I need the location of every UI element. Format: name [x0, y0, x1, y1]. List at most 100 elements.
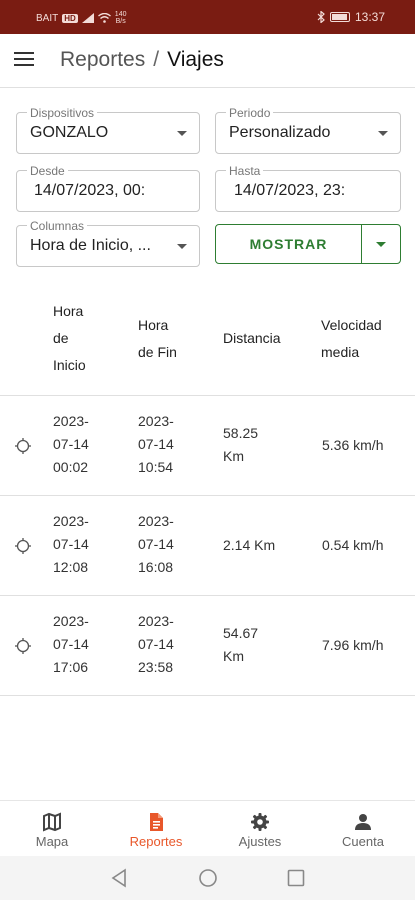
status-bar: BAIT HD 140 B/s 13:37 — [0, 0, 415, 34]
period-select[interactable]: Periodo Personalizado — [215, 106, 401, 154]
breadcrumb-reportes[interactable]: Reportes — [60, 48, 145, 72]
network-speed: 140 B/s — [115, 11, 127, 25]
chevron-down-icon — [376, 242, 386, 247]
cell-distance: 2.14 Km — [223, 534, 275, 557]
cell-text: 2023- — [53, 413, 89, 429]
table-row[interactable]: 2023- 07-14 17:06 2023- 07-14 23:58 54.6… — [0, 596, 415, 696]
system-navigation-bar — [0, 856, 415, 900]
home-icon[interactable] — [198, 868, 218, 888]
network-badge: HD — [62, 13, 78, 23]
cell-average-speed: 5.36 km/h — [322, 434, 383, 457]
map-icon — [43, 812, 61, 832]
period-label: Periodo — [226, 106, 274, 120]
header-average-speed[interactable]: Velocidad media — [321, 312, 382, 366]
show-options-dropdown[interactable] — [361, 224, 401, 264]
header-distance[interactable]: Distancia — [223, 325, 281, 352]
cell-end-time: 2023- 07-14 23:58 — [138, 610, 174, 679]
chevron-down-icon — [177, 244, 187, 249]
cell-text: 00:02 — [53, 459, 89, 475]
header-text: Hora — [138, 317, 169, 333]
from-date-field[interactable]: Desde 14/07/2023, 00: — [16, 164, 200, 212]
cell-text: 07-14 — [53, 536, 89, 552]
cell-start-time: 2023- 07-14 00:02 — [53, 410, 89, 479]
nav-label: Mapa — [35, 834, 69, 849]
columns-select[interactable]: Columnas Hora de Inicio, ... — [16, 219, 200, 267]
chevron-down-icon — [378, 131, 388, 136]
cell-average-speed: 7.96 km/h — [322, 634, 383, 657]
from-label: Desde — [27, 164, 68, 178]
header-end-time[interactable]: Hora de Fin — [138, 312, 177, 366]
to-label: Hasta — [226, 164, 264, 178]
devices-select[interactable]: Dispositivos GONZALO — [16, 106, 200, 154]
cell-text: 23:58 — [138, 659, 174, 675]
period-value: Personalizado — [229, 124, 331, 141]
from-value: 14/07/2023, 00: — [34, 182, 146, 199]
trips-table: Hora de Inicio Hora de Fin Distancia Vel… — [0, 290, 415, 696]
show-button[interactable]: MOSTRAR — [215, 224, 362, 264]
hamburger-menu-icon[interactable] — [14, 52, 34, 68]
cell-text: 10:54 — [138, 459, 174, 475]
header-text: Hora — [53, 303, 84, 319]
bluetooth-icon — [317, 11, 325, 23]
cell-text: 07-14 — [53, 436, 89, 452]
nav-item-cuenta[interactable]: Cuenta — [311, 801, 415, 857]
back-icon[interactable] — [110, 868, 128, 888]
header-text: media — [321, 344, 360, 360]
breadcrumb-separator: / — [153, 48, 160, 71]
speed-unit: B/s — [115, 18, 126, 25]
locate-crosshair-icon[interactable] — [15, 538, 31, 554]
chevron-down-icon — [177, 131, 187, 136]
nav-item-mapa[interactable]: Mapa — [0, 801, 104, 857]
battery-icon — [329, 12, 350, 22]
cell-text: 7.96 km/h — [322, 637, 384, 653]
cell-text: 07-14 — [138, 536, 174, 552]
cell-text: Km — [223, 648, 244, 664]
cell-end-time: 2023- 07-14 16:08 — [138, 510, 174, 579]
header-text: de Fin — [138, 344, 177, 360]
carrier-name: BAIT — [36, 12, 59, 24]
cell-text: 5.36 km/h — [322, 437, 384, 453]
breadcrumb: Reportes / Viajes — [60, 48, 224, 72]
bottom-navigation: Mapa Reportes Ajustes Cuenta — [0, 800, 415, 856]
report-document-icon — [150, 813, 163, 831]
cell-text: 17:06 — [53, 659, 89, 675]
columns-value: Hora de Inicio, ... — [30, 237, 151, 254]
locate-crosshair-icon[interactable] — [15, 438, 31, 454]
header-text: de — [53, 330, 69, 346]
cell-text: 0.54 km/h — [322, 537, 384, 553]
cell-start-time: 2023- 07-14 12:08 — [53, 510, 89, 579]
cell-end-time: 2023- 07-14 10:54 — [138, 410, 174, 479]
cell-text: 2023- — [138, 413, 174, 429]
locate-crosshair-icon[interactable] — [15, 638, 31, 654]
devices-value: GONZALO — [30, 124, 109, 141]
cell-text: Km — [223, 448, 244, 464]
app-bar: Reportes / Viajes — [0, 34, 415, 88]
to-value: 14/07/2023, 23: — [234, 182, 346, 199]
cell-text: 54.67 — [223, 625, 259, 641]
to-date-field[interactable]: Hasta 14/07/2023, 23: — [215, 164, 401, 212]
cell-text: 2023- — [138, 513, 174, 529]
nav-item-ajustes[interactable]: Ajustes — [208, 801, 312, 857]
cell-text: 07-14 — [138, 436, 174, 452]
cell-text: 12:08 — [53, 559, 89, 575]
speed-value: 140 — [114, 11, 127, 18]
nav-label: Cuenta — [342, 834, 384, 849]
settings-gear-icon — [251, 813, 269, 831]
cell-text: 2.14 Km — [223, 537, 276, 553]
cell-text: 2023- — [138, 613, 174, 629]
table-row[interactable]: 2023- 07-14 12:08 2023- 07-14 16:08 2.14… — [0, 496, 415, 596]
cell-distance: 54.67 Km — [223, 622, 258, 668]
header-start-time[interactable]: Hora de Inicio — [53, 298, 86, 379]
devices-label: Dispositivos — [27, 106, 98, 120]
nav-item-reportes[interactable]: Reportes — [104, 801, 208, 857]
recents-icon[interactable] — [287, 869, 305, 887]
clock: 13:37 — [354, 10, 385, 24]
cell-start-time: 2023- 07-14 17:06 — [53, 610, 89, 679]
nav-label: Reportes — [129, 834, 183, 849]
columns-label: Columnas — [27, 219, 88, 233]
account-person-icon — [355, 814, 371, 830]
table-row[interactable]: 2023- 07-14 00:02 2023- 07-14 10:54 58.2… — [0, 396, 415, 496]
table-header: Hora de Inicio Hora de Fin Distancia Vel… — [0, 290, 415, 396]
cell-text: 2023- — [53, 513, 89, 529]
cell-distance: 58.25 Km — [223, 422, 258, 468]
